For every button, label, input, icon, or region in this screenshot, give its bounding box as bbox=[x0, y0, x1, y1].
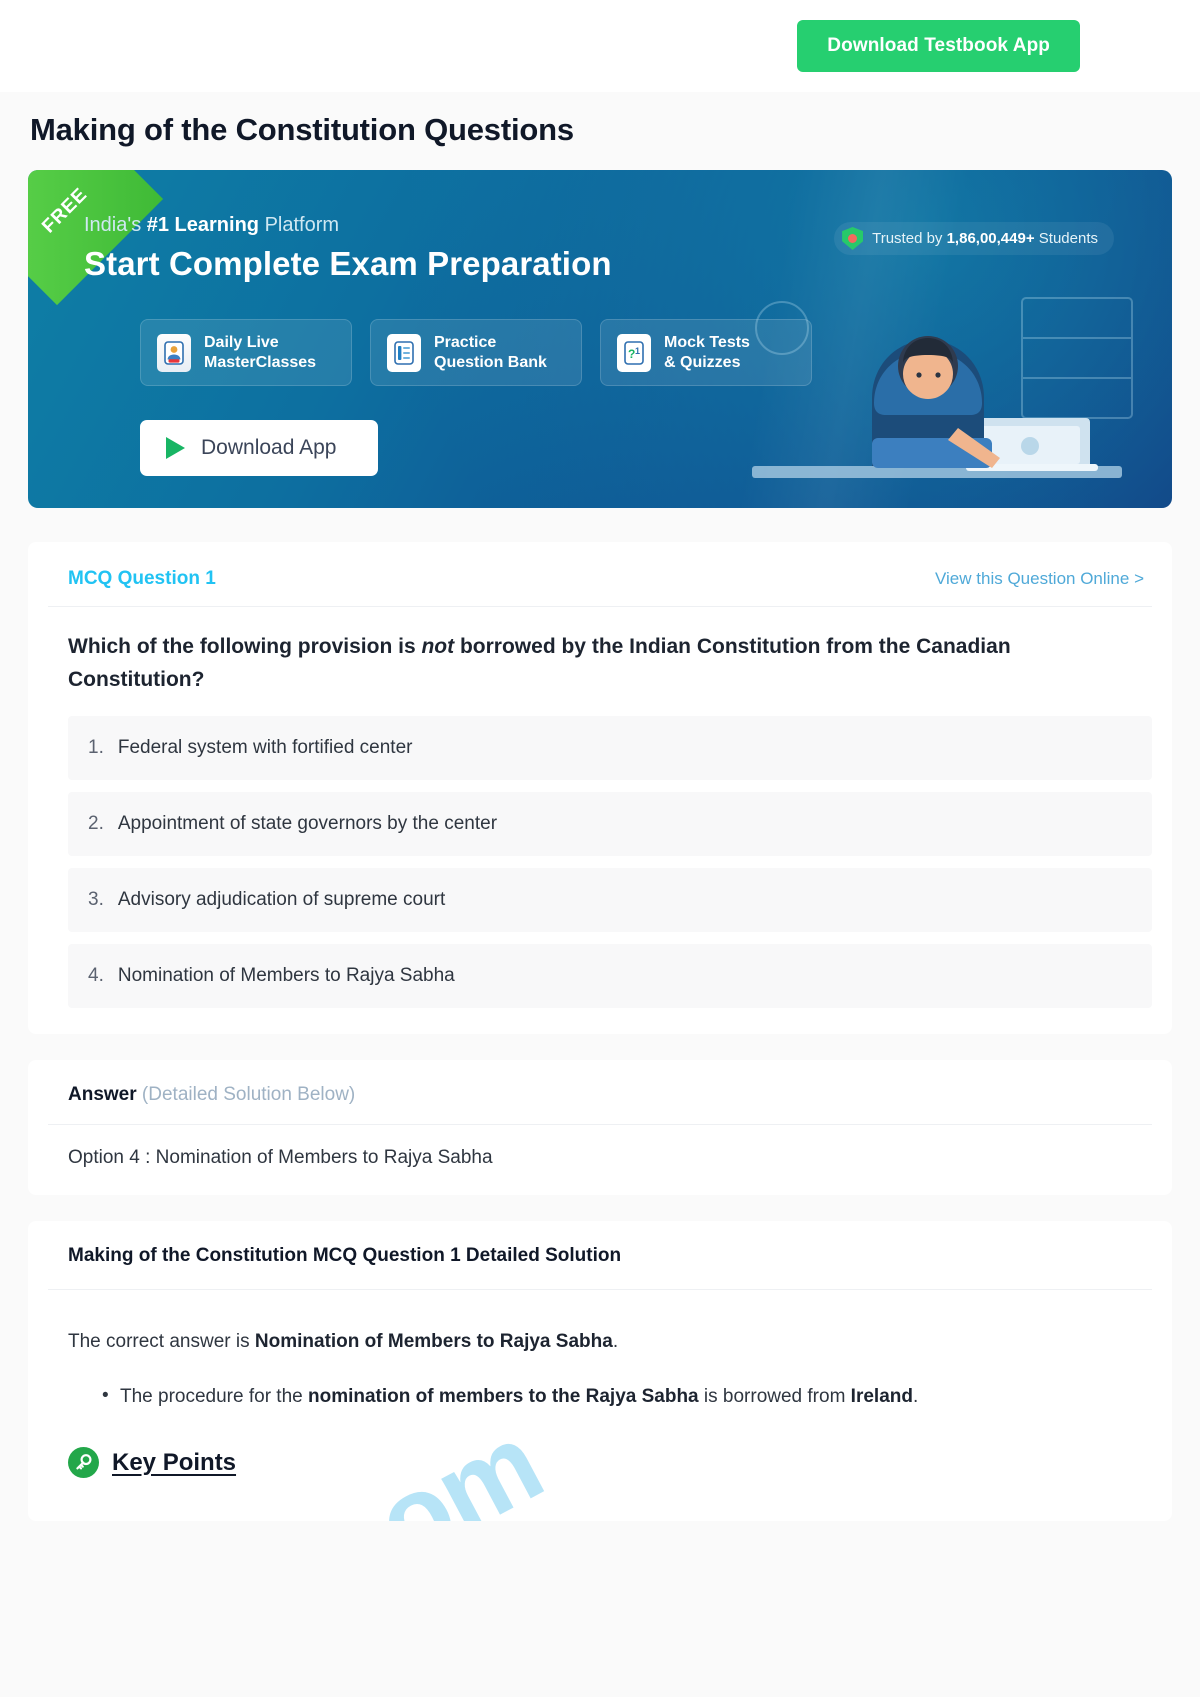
feature-card-label: Daily Live MasterClasses bbox=[204, 334, 317, 371]
solution-bullet-item: The procedure for the nomination of memb… bbox=[102, 1382, 1152, 1412]
question-header: MCQ Question 1 View this Question Online… bbox=[48, 542, 1152, 607]
download-app-label: Download App bbox=[201, 436, 337, 460]
key-icon bbox=[68, 1447, 99, 1479]
option-number: 3. bbox=[88, 889, 104, 911]
play-store-icon bbox=[166, 437, 185, 460]
live-class-icon bbox=[157, 333, 191, 372]
download-testbook-app-button[interactable]: Download Testbook App bbox=[797, 20, 1080, 72]
question-label: MCQ Question 1 bbox=[68, 568, 216, 589]
option-number: 4. bbox=[88, 965, 104, 987]
tagline-bold: #1 Learning bbox=[146, 214, 260, 236]
promo-banner[interactable]: FREE Trusted by 1,86,00,449+ Students In… bbox=[28, 170, 1172, 508]
option-text: Advisory adjudication of supreme court bbox=[117, 889, 446, 911]
answer-heading-bold: Answer bbox=[68, 1084, 137, 1106]
feature-card-daily-live[interactable]: Daily Live MasterClasses bbox=[140, 319, 352, 387]
solution-intro-prefix: The correct answer is bbox=[68, 1331, 255, 1353]
download-app-button[interactable]: Download App bbox=[140, 420, 379, 477]
question-text-italic: not bbox=[421, 635, 455, 658]
option-item[interactable]: 2. Appointment of state governors by the… bbox=[68, 792, 1152, 857]
solution-card: Making of the Constitution MCQ Question … bbox=[28, 1221, 1172, 1522]
answer-card: Answer (Detailed Solution Below) Option … bbox=[28, 1060, 1172, 1196]
question-text: Which of the following provision is not … bbox=[48, 607, 1152, 704]
option-text: Appointment of state governors by the ce… bbox=[117, 813, 498, 835]
bullet-bold: nomination of members to the Rajya Sabha bbox=[308, 1385, 699, 1407]
bullet-suffix: . bbox=[912, 1385, 919, 1407]
option-item[interactable]: 4. Nomination of Members to Rajya Sabha bbox=[68, 944, 1152, 1009]
bullet-prefix: The procedure for the bbox=[120, 1385, 308, 1407]
student-illustration bbox=[752, 297, 1133, 478]
option-text: Nomination of Members to Rajya Sabha bbox=[117, 965, 455, 987]
answer-heading-muted: (Detailed Solution Below) bbox=[141, 1084, 356, 1106]
option-number: 1. bbox=[88, 737, 104, 759]
solution-bullets: The procedure for the nomination of memb… bbox=[102, 1382, 1152, 1412]
option-number: 2. bbox=[88, 813, 104, 835]
solution-intro: The correct answer is Nomination of Memb… bbox=[68, 1328, 1152, 1357]
page-title-wrap: Making of the Constitution Questions bbox=[0, 92, 1200, 162]
banner-tagline: India's #1 Learning Platform bbox=[84, 214, 1172, 237]
feature-card-question-bank[interactable]: Practice Question Bank bbox=[370, 319, 582, 387]
page-title: Making of the Constitution Questions bbox=[30, 112, 574, 147]
question-bank-icon bbox=[387, 333, 421, 372]
bullet-mid: is borrowed from bbox=[698, 1385, 851, 1407]
solution-body: The correct answer is Nomination of Memb… bbox=[48, 1290, 1152, 1479]
mock-test-icon: ? 1 bbox=[617, 333, 651, 372]
bullet-bold2: Ireland bbox=[850, 1385, 913, 1407]
key-points-heading: Key Points bbox=[68, 1447, 1152, 1479]
question-card: MCQ Question 1 View this Question Online… bbox=[28, 542, 1172, 1035]
question-text-before: Which of the following provision is bbox=[68, 635, 422, 658]
option-item[interactable]: 3. Advisory adjudication of supreme cour… bbox=[68, 868, 1152, 933]
tagline-prefix: India's bbox=[84, 214, 147, 236]
answer-heading: Answer (Detailed Solution Below) bbox=[48, 1084, 1152, 1106]
feature-card-label: Practice Question Bank bbox=[434, 334, 547, 371]
tagline-suffix: Platform bbox=[259, 214, 340, 236]
solution-title: Making of the Constitution MCQ Question … bbox=[68, 1245, 622, 1267]
option-item[interactable]: 1. Federal system with fortified center bbox=[68, 716, 1152, 781]
view-question-online-link[interactable]: View this Question Online > bbox=[935, 569, 1152, 589]
key-points-label: Key Points bbox=[112, 1448, 237, 1476]
options-list: 1. Federal system with fortified center … bbox=[48, 704, 1152, 1034]
option-text: Federal system with fortified center bbox=[117, 737, 413, 759]
solution-intro-bold: Nomination of Members to Rajya Sabha bbox=[254, 1331, 613, 1353]
answer-value: Option 4 : Nomination of Members to Rajy… bbox=[68, 1147, 493, 1169]
top-bar: Download Testbook App bbox=[0, 0, 1200, 92]
svg-text:1: 1 bbox=[635, 346, 640, 356]
solution-intro-suffix: . bbox=[612, 1331, 619, 1353]
page-root: Download Testbook App Making of the Cons… bbox=[0, 0, 1200, 1697]
